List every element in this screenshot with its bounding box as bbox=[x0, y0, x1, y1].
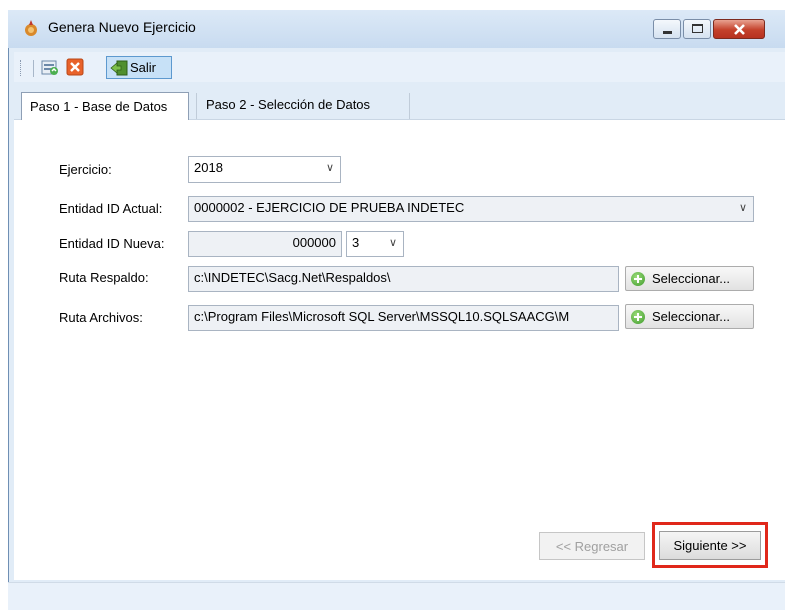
exit-icon bbox=[110, 60, 128, 76]
ruta-respaldo-label: Ruta Respaldo: bbox=[59, 270, 149, 285]
salir-label: Salir bbox=[130, 60, 157, 75]
close-icon bbox=[734, 24, 745, 35]
toolbar-separator bbox=[33, 60, 34, 77]
siguiente-button[interactable]: Siguiente >> bbox=[659, 531, 761, 560]
tab-panel bbox=[14, 120, 785, 580]
add-icon bbox=[631, 310, 645, 324]
tab-label: Paso 1 - Base de Datos bbox=[30, 99, 168, 114]
toolbar-grip[interactable] bbox=[20, 60, 22, 76]
status-bar bbox=[8, 582, 785, 610]
window-title: Genera Nuevo Ejercicio bbox=[48, 19, 196, 35]
app-icon bbox=[25, 20, 37, 36]
maximize-button[interactable] bbox=[683, 19, 711, 39]
ruta-respaldo-value: c:\INDETEC\Sacg.Net\Respaldos\ bbox=[194, 270, 391, 285]
siguiente-label: Siguiente >> bbox=[673, 538, 747, 553]
add-icon bbox=[631, 272, 645, 286]
entidad-actual-value: 0000002 - EJERCICIO DE PRUEBA INDETEC bbox=[194, 200, 465, 215]
close-button[interactable] bbox=[713, 19, 765, 39]
cancel-icon[interactable] bbox=[66, 58, 84, 76]
minimize-button[interactable] bbox=[653, 19, 681, 39]
ejercicio-value: 2018 bbox=[194, 160, 223, 175]
regresar-button[interactable]: << Regresar bbox=[539, 532, 645, 560]
refresh-icon[interactable] bbox=[41, 58, 59, 76]
ruta-respaldo-field[interactable]: c:\INDETEC\Sacg.Net\Respaldos\ bbox=[188, 266, 619, 292]
chevron-down-icon: ∨ bbox=[738, 202, 747, 214]
ruta-archivos-label: Ruta Archivos: bbox=[59, 310, 143, 325]
button-label: Seleccionar... bbox=[652, 271, 731, 286]
chevron-down-icon: ∨ bbox=[325, 162, 334, 174]
ejercicio-label: Ejercicio: bbox=[59, 162, 112, 177]
chevron-down-icon: ∨ bbox=[388, 237, 397, 249]
entidad-actual-label: Entidad ID Actual: bbox=[59, 201, 163, 216]
minimize-icon bbox=[663, 31, 672, 34]
tab-paso-1[interactable]: Paso 1 - Base de Datos bbox=[21, 92, 189, 120]
tab-divider bbox=[409, 93, 410, 119]
tab-label: Paso 2 - Selección de Datos bbox=[206, 97, 371, 112]
maximize-icon bbox=[692, 24, 703, 33]
seleccionar-archivos-button[interactable]: Seleccionar... bbox=[625, 304, 754, 329]
entidad-nueva-input[interactable]: 000000 bbox=[188, 231, 342, 257]
entidad-actual-select[interactable]: 0000002 - EJERCICIO DE PRUEBA INDETEC ∨ bbox=[188, 196, 754, 222]
ruta-archivos-value: c:\Program Files\Microsoft SQL Server\MS… bbox=[194, 309, 570, 324]
tab-paso-2[interactable]: Paso 2 - Selección de Datos bbox=[196, 91, 410, 118]
entidad-nueva-suffix-select[interactable]: 3 ∨ bbox=[346, 231, 404, 257]
ejercicio-select[interactable]: 2018 ∨ bbox=[188, 156, 341, 183]
regresar-label: << Regresar bbox=[555, 539, 629, 554]
button-label: Seleccionar... bbox=[652, 309, 731, 324]
entidad-nueva-suffix: 3 bbox=[352, 235, 360, 250]
entidad-nueva-label: Entidad ID Nueva: bbox=[59, 236, 165, 251]
entidad-nueva-value: 000000 bbox=[292, 235, 336, 250]
seleccionar-respaldo-button[interactable]: Seleccionar... bbox=[625, 266, 754, 291]
ruta-archivos-field[interactable]: c:\Program Files\Microsoft SQL Server\MS… bbox=[188, 305, 619, 331]
